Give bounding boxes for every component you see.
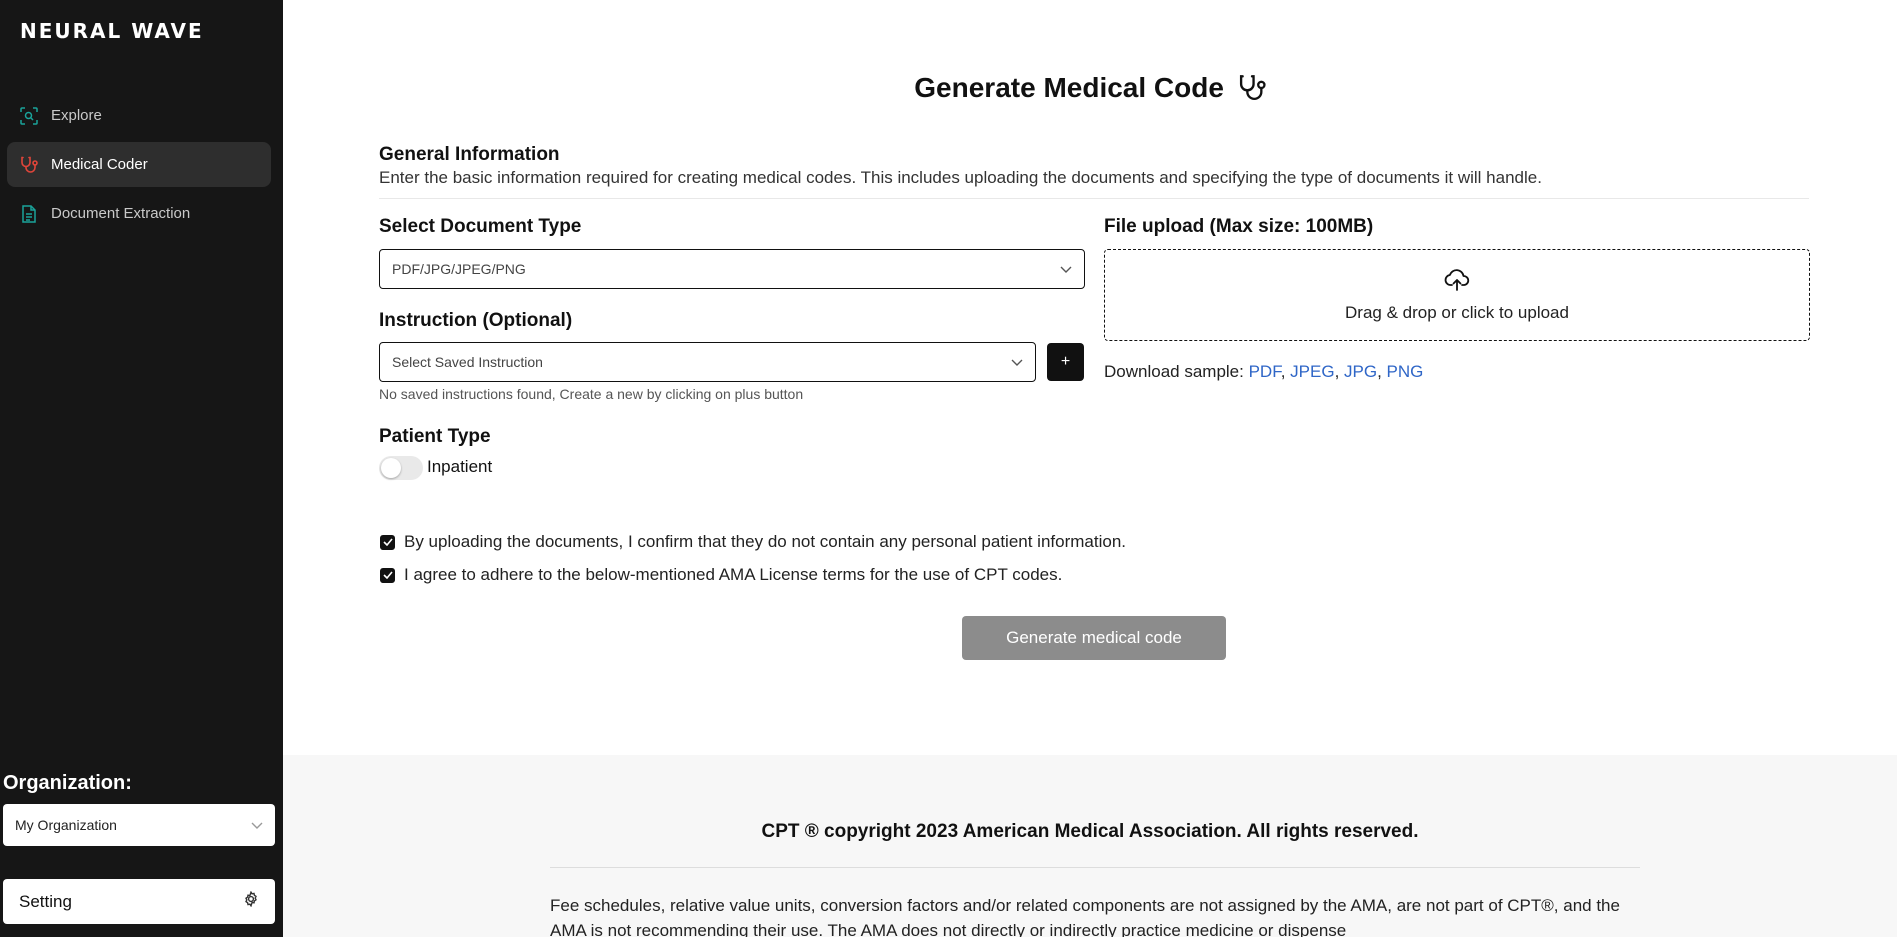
organization-label: Organization:	[3, 772, 132, 794]
doc-type-label: Select Document Type	[379, 216, 582, 237]
download-sample-prefix: Download sample:	[1104, 362, 1244, 381]
sidebar-item-document-extraction[interactable]: Document Extraction	[7, 191, 271, 236]
instruction-placeholder: Select Saved Instruction	[392, 354, 543, 370]
download-jpeg-link[interactable]: JPEG	[1290, 362, 1334, 381]
document-icon	[19, 204, 39, 224]
page-title: Generate Medical Code	[283, 72, 1897, 109]
confirm-no-phi-label: By uploading the documents, I confirm th…	[404, 532, 1126, 551]
sidebar-item-medical-coder[interactable]: Medical Coder	[7, 142, 271, 187]
general-info-description: Enter the basic information required for…	[379, 168, 1542, 187]
confirm-no-phi-checkbox[interactable]	[380, 534, 395, 550]
organization-value: My Organization	[15, 817, 117, 833]
sidebar-item-explore[interactable]: Explore	[7, 93, 271, 138]
setting-button[interactable]: Setting	[3, 879, 275, 924]
sidebar-nav: Explore Medical Coder Document Extractio…	[7, 93, 271, 240]
add-instruction-button[interactable]: +	[1047, 343, 1084, 381]
instruction-hint: No saved instructions found, Create a ne…	[379, 386, 804, 402]
download-png-link[interactable]: PNG	[1387, 362, 1424, 381]
chevron-down-icon	[251, 817, 263, 833]
generate-medical-code-button[interactable]: Generate medical code	[962, 616, 1226, 660]
organization-select[interactable]: My Organization	[3, 804, 275, 846]
page-title-text: Generate Medical Code	[914, 72, 1224, 103]
copyright-title: CPT ® copyright 2023 American Medical As…	[761, 821, 1419, 842]
sidebar-item-label: Explore	[51, 107, 102, 124]
license-footer: CPT ® copyright 2023 American Medical As…	[283, 755, 1897, 937]
toggle-knob	[381, 458, 401, 478]
app-logo: NEURAL WAVE	[20, 19, 204, 43]
stethoscope-icon	[19, 155, 39, 175]
download-sample: Download sample: PDF, JPEG, JPG, PNG	[1104, 362, 1424, 381]
download-jpg-link[interactable]: JPG	[1344, 362, 1377, 381]
general-info-title: General Information	[379, 144, 560, 165]
file-upload-dropzone[interactable]: Drag & drop or click to upload	[1104, 249, 1810, 341]
file-upload-text: Drag & drop or click to upload	[1345, 302, 1569, 322]
ama-license-checkbox[interactable]	[380, 567, 395, 583]
chevron-down-icon	[1060, 261, 1072, 277]
ama-license-label: I agree to adhere to the below-mentioned…	[404, 565, 1063, 584]
doc-type-select[interactable]: PDF/JPG/JPEG/PNG	[379, 249, 1085, 289]
sidebar-item-label: Medical Coder	[51, 156, 148, 173]
inpatient-toggle[interactable]	[379, 456, 423, 480]
download-pdf-link[interactable]: PDF	[1249, 362, 1281, 381]
gear-icon	[243, 890, 259, 912]
sidebar: NEURAL WAVE Explore Medical Coder Docume…	[0, 0, 283, 937]
setting-label: Setting	[19, 891, 72, 911]
chevron-down-icon	[1011, 354, 1023, 370]
main-content: Generate Medical Code General Informatio…	[283, 0, 1897, 937]
doc-type-value: PDF/JPG/JPEG/PNG	[392, 261, 526, 277]
inpatient-toggle-label: Inpatient	[427, 457, 493, 476]
scan-search-icon	[19, 106, 39, 126]
sidebar-item-label: Document Extraction	[51, 205, 191, 222]
license-text: Fee schedules, relative value units, con…	[550, 896, 1620, 937]
stethoscope-icon	[1238, 74, 1266, 109]
ama-license-row: I agree to adhere to the below-mentioned…	[380, 565, 1062, 585]
file-upload-label: File upload (Max size: 100MB)	[1104, 216, 1374, 237]
section-divider	[379, 198, 1809, 199]
instruction-select[interactable]: Select Saved Instruction	[379, 342, 1036, 382]
cloud-upload-icon	[1444, 268, 1470, 297]
patient-type-label: Patient Type	[379, 426, 491, 447]
confirm-no-phi-row: By uploading the documents, I confirm th…	[380, 532, 1126, 552]
instruction-label: Instruction (Optional)	[379, 310, 573, 331]
footer-divider	[550, 867, 1640, 868]
